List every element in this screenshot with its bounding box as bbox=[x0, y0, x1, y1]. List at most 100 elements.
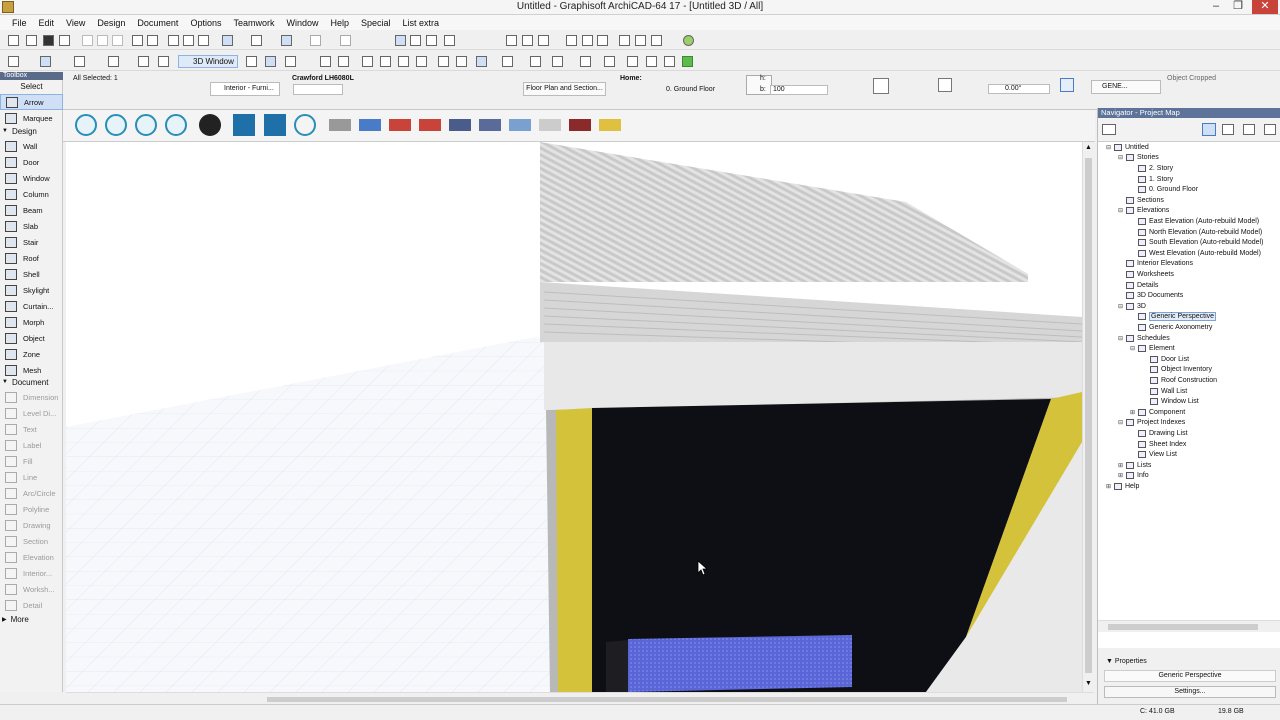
renovation-status-dropdown[interactable]: GENE... bbox=[1091, 80, 1161, 94]
tree-toggle-icon[interactable]: ⊞ bbox=[1130, 409, 1137, 416]
tree-item[interactable]: ⊟ Stories bbox=[1118, 153, 1159, 164]
tool-zone[interactable]: Zone bbox=[0, 346, 63, 362]
layer-combo-icon[interactable] bbox=[580, 56, 591, 67]
tree-item[interactable]: Window List bbox=[1142, 396, 1199, 407]
offset-icon[interactable] bbox=[566, 35, 577, 46]
explore-icon[interactable] bbox=[158, 56, 169, 67]
mail-icon[interactable] bbox=[233, 114, 255, 136]
go-icon[interactable] bbox=[108, 56, 119, 67]
tree-item[interactable]: East Elevation (Auto-rebuild Model) bbox=[1130, 216, 1259, 227]
tree-toggle-icon[interactable]: ⊞ bbox=[1118, 472, 1125, 479]
tool-marquee[interactable]: Marquee bbox=[0, 110, 63, 126]
scroll-up-icon[interactable]: ▲ bbox=[1085, 144, 1092, 151]
york-logo-icon[interactable] bbox=[449, 119, 471, 131]
tool-detail[interactable]: Detail bbox=[0, 597, 63, 613]
tool-arccircle[interactable]: Arc/Circle bbox=[0, 485, 63, 501]
tree-item[interactable]: Wall List bbox=[1142, 386, 1187, 397]
3d-viewport[interactable] bbox=[66, 142, 1082, 692]
layer-selector[interactable]: Interior - Furni... bbox=[210, 82, 280, 96]
document-group-header[interactable]: ▼ Document bbox=[0, 376, 63, 388]
tree-toggle-icon[interactable]: ⊟ bbox=[1118, 207, 1125, 214]
3d-cut-icon[interactable] bbox=[285, 56, 296, 67]
tool-section[interactable]: Section bbox=[0, 533, 63, 549]
tool-label[interactable]: Label bbox=[0, 437, 63, 453]
horizontal-scroll-thumb[interactable] bbox=[267, 697, 1067, 702]
tree-item[interactable]: ⊞ Component bbox=[1130, 407, 1185, 418]
cloud-icon[interactable] bbox=[135, 114, 157, 136]
drag-icon[interactable] bbox=[444, 35, 455, 46]
tree-item[interactable]: View List bbox=[1130, 449, 1177, 460]
redo-icon[interactable] bbox=[147, 35, 158, 46]
tool-beam[interactable]: Beam bbox=[0, 202, 63, 218]
restore-button[interactable]: ❐ bbox=[1228, 0, 1248, 14]
menu-view[interactable]: View bbox=[60, 18, 91, 28]
tree-item[interactable]: 2. Story bbox=[1130, 163, 1173, 174]
brand-logo-icon[interactable] bbox=[419, 119, 441, 131]
undo-icon[interactable] bbox=[132, 35, 143, 46]
paste-icon[interactable] bbox=[112, 35, 123, 46]
tool-column[interactable]: Column bbox=[0, 186, 63, 202]
publisher-sets-icon[interactable] bbox=[1264, 124, 1276, 135]
refresh-icon[interactable] bbox=[165, 114, 187, 136]
tree-item[interactable]: ⊟ Elevations bbox=[1118, 206, 1169, 217]
tree-item[interactable]: Interior Elevations bbox=[1118, 259, 1193, 270]
export-icon[interactable] bbox=[646, 56, 657, 67]
tree-item[interactable]: South Elevation (Auto-rebuild Model) bbox=[1130, 237, 1263, 248]
gravity-icon[interactable] bbox=[310, 35, 321, 46]
minimize-button[interactable]: – bbox=[1206, 0, 1226, 14]
tool-interior[interactable]: Interior... bbox=[0, 565, 63, 581]
tool-slab[interactable]: Slab bbox=[0, 218, 63, 234]
more-group-header[interactable]: ▶ More bbox=[0, 613, 63, 625]
navigator-popup-icon[interactable] bbox=[1102, 124, 1116, 135]
tool-door[interactable]: Door bbox=[0, 154, 63, 170]
tool-window[interactable]: Window bbox=[0, 170, 63, 186]
brand-logo-icon[interactable] bbox=[509, 119, 531, 131]
tree-toggle-icon[interactable]: ⊟ bbox=[1118, 303, 1125, 310]
vertical-scroll-thumb[interactable] bbox=[1085, 158, 1092, 673]
render-icon[interactable] bbox=[651, 35, 662, 46]
curtain-wall-icon[interactable] bbox=[502, 56, 513, 67]
menu-teamwork[interactable]: Teamwork bbox=[227, 18, 280, 28]
horizontal-scrollbar[interactable] bbox=[66, 692, 1094, 704]
project-map-icon[interactable] bbox=[1202, 123, 1216, 136]
menu-special[interactable]: Special bbox=[355, 18, 397, 28]
tree-toggle-icon[interactable]: ⊟ bbox=[1106, 144, 1113, 151]
publish-icon[interactable] bbox=[635, 35, 646, 46]
vertical-scrollbar[interactable]: ▲ ▼ bbox=[1082, 142, 1094, 692]
pick-up-icon[interactable] bbox=[183, 35, 194, 46]
menu-list-extra[interactable]: List extra bbox=[397, 18, 446, 28]
briefcase-icon[interactable] bbox=[264, 114, 286, 136]
layer-icon[interactable] bbox=[340, 35, 351, 46]
tree-item[interactable]: ⊟ Schedules bbox=[1118, 333, 1170, 344]
tree-item[interactable]: 0. Ground Floor bbox=[1130, 184, 1198, 195]
tree-item[interactable]: Roof Construction bbox=[1142, 375, 1217, 386]
guide-line-icon[interactable] bbox=[222, 35, 233, 46]
tool-roof[interactable]: Roof bbox=[0, 250, 63, 266]
object-settings-icon[interactable] bbox=[873, 78, 889, 94]
tool-curtain[interactable]: Curtain... bbox=[0, 298, 63, 314]
tree-toggle-icon[interactable]: ⊟ bbox=[1130, 345, 1137, 352]
tool-polyline[interactable]: Polyline bbox=[0, 501, 63, 517]
navigator-scroll-thumb[interactable] bbox=[1108, 624, 1258, 630]
brand-logo-icon[interactable] bbox=[479, 119, 501, 131]
eyedropper-icon[interactable] bbox=[604, 56, 615, 67]
tool-line[interactable]: Line bbox=[0, 469, 63, 485]
tools-icon[interactable] bbox=[530, 56, 541, 67]
suspend-groups-icon[interactable] bbox=[395, 35, 406, 46]
tree-item[interactable]: North Elevation (Auto-rebuild Model) bbox=[1130, 227, 1262, 238]
walk-icon[interactable] bbox=[320, 56, 331, 67]
tree-item[interactable]: ⊟ 3D bbox=[1118, 301, 1146, 312]
bimx-icon[interactable] bbox=[682, 56, 693, 67]
save-icon[interactable] bbox=[43, 35, 54, 46]
3d-style-icon[interactable] bbox=[246, 56, 257, 67]
tree-item[interactable]: Generic Axonometry bbox=[1130, 322, 1212, 333]
tree-item[interactable]: Sections bbox=[1118, 195, 1164, 206]
layout-book-icon[interactable] bbox=[1243, 124, 1255, 135]
help-icon[interactable] bbox=[294, 114, 316, 136]
orbit-icon[interactable] bbox=[138, 56, 149, 67]
tree-toggle-icon[interactable]: ⊟ bbox=[1118, 419, 1125, 426]
tree-item[interactable]: ⊟ Project Indexes bbox=[1118, 418, 1185, 429]
tree-item[interactable]: Door List bbox=[1142, 354, 1189, 365]
design-group-header[interactable]: ▼ Design bbox=[0, 125, 63, 137]
tree-item[interactable]: Drawing List bbox=[1130, 428, 1188, 439]
